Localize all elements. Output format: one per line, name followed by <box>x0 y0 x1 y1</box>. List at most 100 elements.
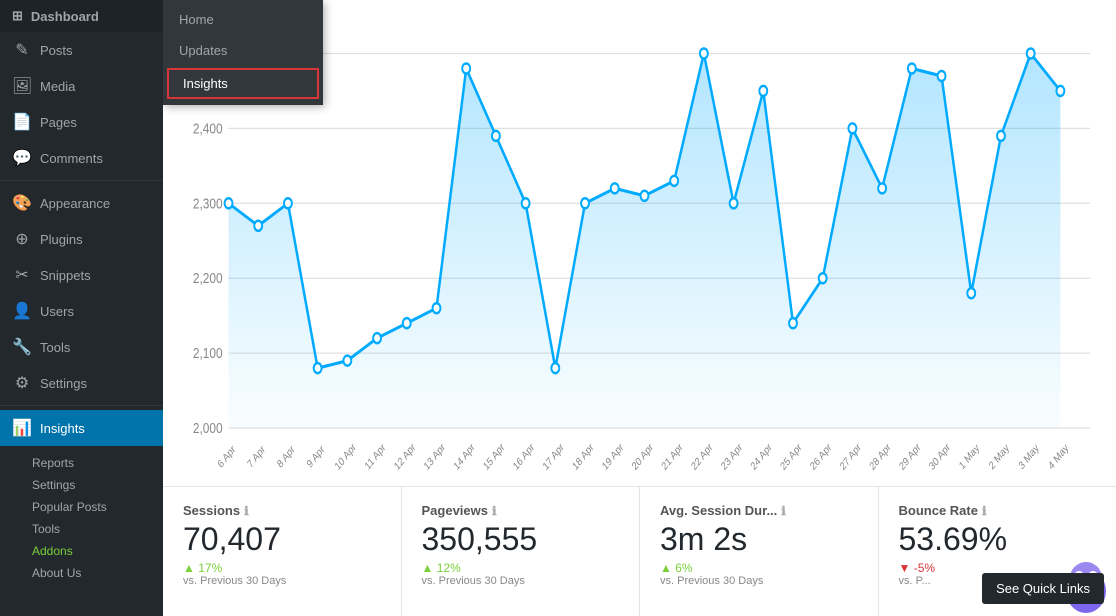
dashboard-label[interactable]: Dashboard <box>31 9 99 24</box>
sidebar-item-comments[interactable]: 💬 Comments <box>0 140 163 176</box>
avg-session-info-icon[interactable]: ℹ <box>781 504 786 518</box>
tools-label: Tools <box>40 340 70 355</box>
insights-icon: 📊 <box>12 418 32 438</box>
svg-text:2,200: 2,200 <box>193 270 223 287</box>
stat-pageviews: Pageviews ℹ 350,555 ▲ 12% vs. Previous 3… <box>402 487 641 616</box>
sidebar-item-settings[interactable]: ⚙ Settings <box>0 365 163 401</box>
sidebar-item-tools[interactable]: 🔧 Tools <box>0 329 163 365</box>
svg-text:13 Apr: 13 Apr <box>422 441 447 473</box>
svg-text:21 Apr: 21 Apr <box>660 441 685 473</box>
svg-text:2,100: 2,100 <box>193 345 223 362</box>
sessions-up: ▲ 17% <box>183 561 381 575</box>
snippets-icon: ✂ <box>12 265 32 285</box>
sidebar-sub-tools[interactable]: Tools <box>0 518 163 540</box>
sidebar-sub-addons[interactable]: Addons <box>0 540 163 562</box>
sidebar-sep-1 <box>0 180 163 181</box>
svg-text:3 May: 3 May <box>1017 441 1042 472</box>
pageviews-vs: vs. Previous 30 Days <box>422 575 620 587</box>
stat-pageviews-value: 350,555 <box>422 522 620 557</box>
sessions-info-icon[interactable]: ℹ <box>244 504 249 518</box>
settings-icon: ⚙ <box>12 373 32 393</box>
svg-text:14 Apr: 14 Apr <box>452 441 477 473</box>
plugins-icon: ⊕ <box>12 229 32 249</box>
stat-avg-session: Avg. Session Dur... ℹ 3m 2s ▲ 6% vs. Pre… <box>640 487 879 616</box>
users-label: Users <box>40 304 74 319</box>
svg-text:2,300: 2,300 <box>193 195 223 212</box>
appearance-label: Appearance <box>40 196 110 211</box>
svg-text:27 Apr: 27 Apr <box>838 441 863 473</box>
comments-label: Comments <box>40 151 103 166</box>
svg-text:20 Apr: 20 Apr <box>630 441 655 473</box>
sidebar-item-users[interactable]: 👤 Users <box>0 293 163 329</box>
svg-text:24 Apr: 24 Apr <box>749 441 774 473</box>
svg-text:26 Apr: 26 Apr <box>809 441 834 473</box>
main-content: Home Updates Insights 2,500 <box>163 0 1116 616</box>
pageviews-up: ▲ 12% <box>422 561 620 575</box>
dropdown-menu: Home Updates Insights <box>163 0 323 105</box>
dashboard-icon: ⊞ <box>12 8 23 24</box>
dropdown-updates[interactable]: Updates <box>163 35 323 66</box>
sidebar-item-pages[interactable]: 📄 Pages <box>0 104 163 140</box>
dropdown-home[interactable]: Home <box>163 4 323 35</box>
appearance-icon: 🎨 <box>12 193 32 213</box>
sidebar-sub-popular-posts[interactable]: Popular Posts <box>0 496 163 518</box>
stat-pageviews-label: Pageviews ℹ <box>422 503 620 518</box>
svg-text:2,000: 2,000 <box>193 420 223 437</box>
stat-bounce-rate: Bounce Rate ℹ 53.69% ▼ -5% vs. P... See … <box>879 487 1116 616</box>
sidebar-sub-reports[interactable]: Reports <box>0 452 163 474</box>
svg-text:29 Apr: 29 Apr <box>898 441 923 473</box>
media-label: Media <box>40 79 75 94</box>
tools-icon: 🔧 <box>12 337 32 357</box>
stat-sessions-label: Sessions ℹ <box>183 503 381 518</box>
stat-bounce-rate-value: 53.69% <box>899 522 1097 557</box>
svg-text:18 Apr: 18 Apr <box>571 441 596 473</box>
svg-text:16 Apr: 16 Apr <box>512 441 537 473</box>
stat-avg-session-change: ▲ 6% vs. Previous 30 Days <box>660 561 858 587</box>
plugins-label: Plugins <box>40 232 83 247</box>
svg-text:1 May: 1 May <box>958 441 983 472</box>
stat-pageviews-change: ▲ 12% vs. Previous 30 Days <box>422 561 620 587</box>
svg-text:6 Apr: 6 Apr <box>216 443 238 471</box>
stat-avg-session-label: Avg. Session Dur... ℹ <box>660 503 858 518</box>
sidebar-sep-2 <box>0 405 163 406</box>
pages-label: Pages <box>40 115 77 130</box>
svg-text:25 Apr: 25 Apr <box>779 441 804 473</box>
sidebar-item-insights[interactable]: 📊 Insights <box>0 410 163 446</box>
svg-text:2,400: 2,400 <box>193 120 223 137</box>
svg-text:8 Apr: 8 Apr <box>276 443 298 471</box>
sidebar-item-plugins[interactable]: ⊕ Plugins <box>0 221 163 257</box>
svg-text:10 Apr: 10 Apr <box>333 441 358 473</box>
sidebar-item-snippets[interactable]: ✂ Snippets <box>0 257 163 293</box>
sessions-vs: vs. Previous 30 Days <box>183 575 381 587</box>
svg-text:30 Apr: 30 Apr <box>927 441 952 473</box>
svg-text:28 Apr: 28 Apr <box>868 441 893 473</box>
settings-label: Settings <box>40 376 87 391</box>
stat-sessions: Sessions ℹ 70,407 ▲ 17% vs. Previous 30 … <box>163 487 402 616</box>
dropdown-insights[interactable]: Insights <box>167 68 319 99</box>
sidebar-item-media[interactable]: 🖼 Media <box>0 68 163 104</box>
pageviews-info-icon[interactable]: ℹ <box>492 504 497 518</box>
stats-row: Sessions ℹ 70,407 ▲ 17% vs. Previous 30 … <box>163 486 1116 616</box>
stat-sessions-change: ▲ 17% vs. Previous 30 Days <box>183 561 381 587</box>
insights-submenu: Reports Settings Popular Posts Tools Add… <box>0 446 163 590</box>
svg-text:15 Apr: 15 Apr <box>482 441 507 473</box>
sidebar-header: ⊞ Dashboard <box>0 0 163 32</box>
sidebar: ⊞ Dashboard ✎ Posts 🖼 Media 📄 Pages 💬 Co… <box>0 0 163 616</box>
sidebar-item-appearance[interactable]: 🎨 Appearance <box>0 185 163 221</box>
avg-session-vs: vs. Previous 30 Days <box>660 575 858 587</box>
svg-text:22 Apr: 22 Apr <box>690 441 715 473</box>
svg-text:7 Apr: 7 Apr <box>246 443 268 471</box>
sidebar-sub-about[interactable]: About Us <box>0 562 163 584</box>
stat-sessions-value: 70,407 <box>183 522 381 557</box>
bounce-info-icon[interactable]: ℹ <box>982 504 987 518</box>
svg-text:17 Apr: 17 Apr <box>541 441 566 473</box>
svg-text:19 Apr: 19 Apr <box>601 441 626 473</box>
svg-text:12 Apr: 12 Apr <box>393 441 418 473</box>
pages-icon: 📄 <box>12 112 32 132</box>
sidebar-sub-settings[interactable]: Settings <box>0 474 163 496</box>
quick-links-button[interactable]: See Quick Links <box>982 573 1104 604</box>
sidebar-item-posts[interactable]: ✎ Posts <box>0 32 163 68</box>
posts-icon: ✎ <box>12 40 32 60</box>
insights-label: Insights <box>40 421 85 436</box>
avg-session-up: ▲ 6% <box>660 561 858 575</box>
